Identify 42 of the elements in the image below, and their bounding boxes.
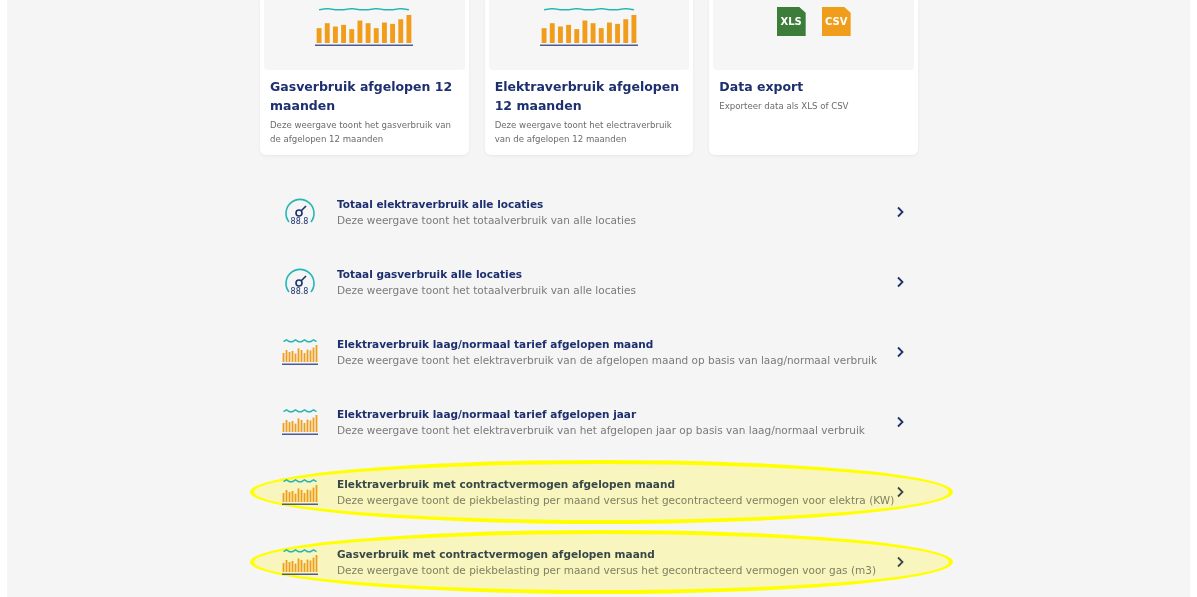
card-title: Data export bbox=[719, 78, 805, 96]
gauge-reading: 88.8 bbox=[290, 288, 309, 296]
gauge-icon bbox=[282, 198, 317, 224]
report-title: Elektraverbruik laag/normaal tarief afgelopen jaar bbox=[337, 406, 638, 422]
bar-chart-icon bbox=[281, 479, 318, 505]
report-description: Deze weergave toont het elektraverbruik van de afgelopen maand op basis van laag/normaal verbruik bbox=[337, 352, 879, 368]
report-description: Deze weergave toont het elektraverbruik van het afgelopen jaar op basis van laag/normaal verbruik bbox=[337, 422, 866, 438]
report-description: Deze weergave toont het totaalverbruik van alle locaties bbox=[337, 282, 637, 298]
chevron-right-icon bbox=[895, 346, 905, 358]
report-title: Elektraverbruik met contractvermogen afgelopen maand bbox=[337, 476, 676, 492]
chevron-right-icon bbox=[895, 556, 905, 568]
bar-chart-icon bbox=[281, 409, 318, 435]
gauge-reading: 88.8 bbox=[290, 218, 309, 226]
chevron-right-icon bbox=[895, 276, 905, 288]
report-title: Totaal gasverbruik alle locaties bbox=[337, 266, 523, 282]
file-type-icon: CSV bbox=[821, 7, 851, 36]
bar-chart-icon bbox=[540, 8, 638, 46]
report-row[interactable]: Elektraverbruik laag/normaal tarief afgelopen maand Deze weergave toont het elektraverbruik van de afgelopen maand op basis van laag/normaal verbruik bbox=[270, 317, 920, 387]
report-row[interactable]: Elektraverbruik laag/normaal tarief afgelopen jaar Deze weergave toont het elektraverbruik van het afgelopen jaar op basis van laag/normaal verbruik bbox=[270, 387, 920, 457]
card-description: Deze weergave toont het electraverbruik van de afgelopen 12 maanden bbox=[494, 119, 673, 146]
card-description: Deze weergave toont het gasverbruik van de afgelopen 12 maanden bbox=[270, 119, 452, 146]
bar-chart-icon bbox=[281, 339, 318, 365]
report-description: Deze weergave toont de piekbelasting per maand versus het gecontracteerd vermogen voor elektra (KW) bbox=[337, 492, 895, 508]
chevron-right-icon bbox=[895, 206, 905, 218]
report-row[interactable]: Elektraverbruik met contractvermogen afgelopen maand Deze weergave toont de piekbelasting per maand versus het gecontracteerd vermogen voor elektra (KW) bbox=[270, 457, 920, 527]
report-row[interactable]: 88.8 Totaal elektraverbruik alle locaties Deze weergave toont het totaalverbruik van alle locaties bbox=[270, 177, 920, 247]
card-title: Gasverbruik afgelopen 12 maanden bbox=[270, 78, 454, 115]
card-description: Exporteer data als XLS of CSV bbox=[719, 100, 850, 113]
report-description: Deze weergave toont het totaalverbruik van alle locaties bbox=[337, 212, 637, 228]
chevron-right-icon bbox=[895, 486, 905, 498]
report-title: Gasverbruik met contractvermogen afgelopen maand bbox=[337, 546, 656, 562]
gauge-icon bbox=[282, 268, 317, 294]
report-description: Deze weergave toont de piekbelasting per maand versus het gecontracteerd vermogen voor gas (m3) bbox=[337, 562, 878, 578]
bar-chart-icon bbox=[315, 8, 414, 46]
file-type-icon: XLS bbox=[776, 7, 806, 36]
report-row[interactable]: 88.8 Totaal gasverbruik alle locaties Deze weergave toont het totaalverbruik van alle locaties bbox=[270, 247, 920, 317]
report-row[interactable]: Gasverbruik met contractvermogen afgelopen maand Deze weergave toont de piekbelasting per maand versus het gecontracteerd vermogen voor gas (m3) bbox=[270, 527, 920, 597]
report-title: Totaal elektraverbruik alle locaties bbox=[337, 196, 545, 212]
chevron-right-icon bbox=[895, 416, 905, 428]
bar-chart-icon bbox=[281, 549, 318, 575]
report-title: Elektraverbruik laag/normaal tarief afgelopen maand bbox=[337, 336, 655, 352]
card-title: Elektraverbruik afgelopen 12 maanden bbox=[494, 78, 681, 115]
